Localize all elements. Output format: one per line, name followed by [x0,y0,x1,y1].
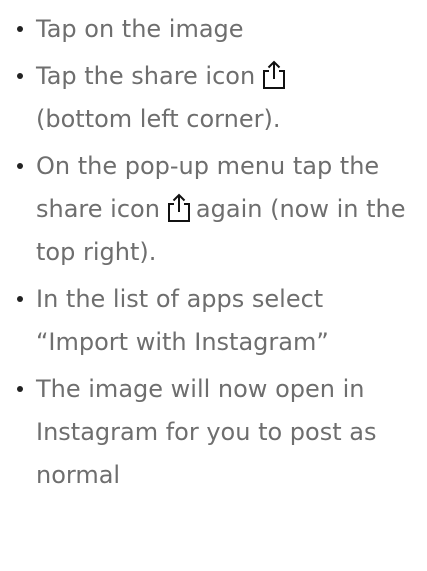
step-text-after: (bottom left corner). [36,105,281,133]
instruction-list: Tap on the image Tap the share icon (bot… [12,4,417,501]
list-item: The image will now open in Instagram for… [12,368,417,497]
step-text: In the list of apps select “Import with … [36,285,329,356]
step-text: Tap the share icon [36,62,256,90]
share-icon [166,193,192,223]
bullet-dot [17,386,23,392]
step-text: Tap on the image [36,15,244,43]
list-item: Tap on the image [12,8,417,51]
bullet-dot [17,163,23,169]
bullet-dot [17,296,23,302]
bullet-dot [17,73,23,79]
list-item: In the list of apps select “Import with … [12,278,417,364]
list-item: On the pop-up menu tap the share icon ag… [12,145,417,274]
list-item: Tap the share icon (bottom left corner). [12,55,417,141]
share-icon [261,60,287,90]
step-text: The image will now open in Instagram for… [36,375,377,489]
bullet-dot [17,26,23,32]
